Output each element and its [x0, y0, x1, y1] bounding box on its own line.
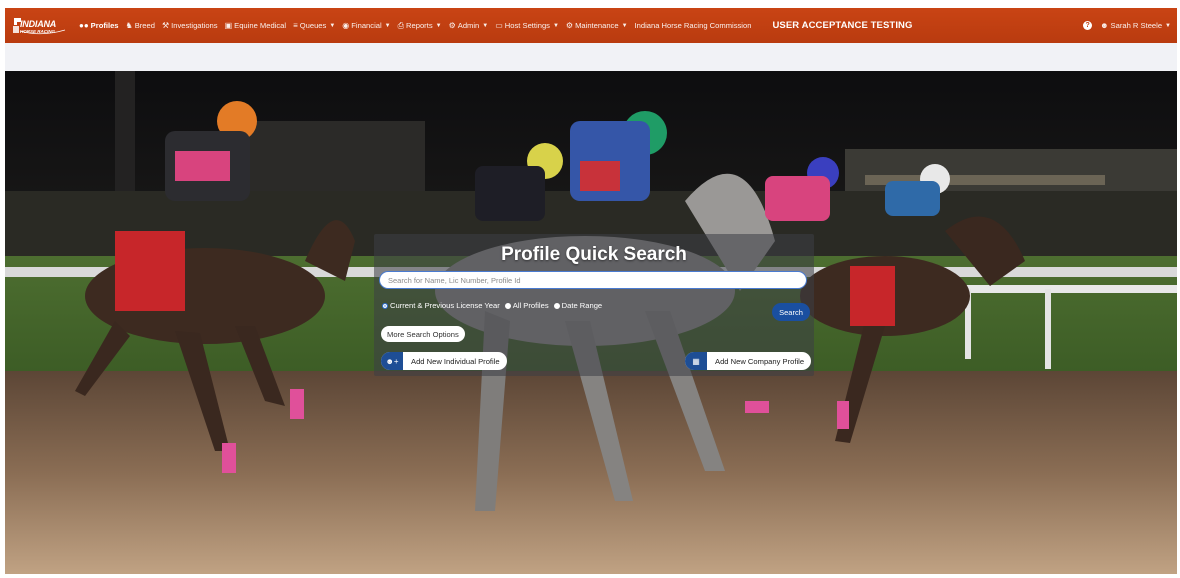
radio-unselected-icon[interactable] — [553, 302, 560, 309]
top-navbar: INDIANA HORSE RACING ●● Profiles ♞ Breed… — [5, 8, 1177, 43]
add-company-profile-button[interactable]: ▦ Add New Company Profile — [685, 352, 812, 370]
breadcrumb-bar — [5, 43, 1177, 71]
nav-user-area: ? ☻ Sarah R Steele ▼ — [1083, 8, 1171, 43]
nav-breed[interactable]: ♞ Breed — [126, 21, 155, 30]
user-menu[interactable]: ☻ Sarah R Steele ▼ — [1100, 21, 1171, 30]
nav-queues-label: Queues — [299, 21, 327, 30]
chevron-down-icon: ▼ — [552, 22, 559, 29]
question-circle-icon[interactable]: ? — [1083, 21, 1093, 30]
monitor-icon: ▭ — [495, 20, 503, 30]
dollar-icon: ◉ — [342, 20, 350, 30]
radio-unselected-icon[interactable] — [504, 302, 511, 309]
nav-ihrc-label: Indiana Horse Racing Commission — [634, 21, 752, 30]
nav-investigations[interactable]: ⚒ Investigations — [162, 21, 218, 30]
gear-icon: ⚙ — [565, 20, 574, 30]
nav-investigations-label: Investigations — [171, 21, 218, 30]
nav-admin-label: Admin — [457, 21, 480, 30]
chevron-down-icon: ▼ — [621, 22, 628, 29]
nav-menu: ●● Profiles ♞ Breed ⚒ Investigations ▣ E… — [79, 8, 913, 43]
print-icon: ⎙ — [397, 20, 405, 30]
building-icon: ▦ — [685, 352, 707, 370]
horse-icon: ♞ — [125, 20, 133, 30]
chevron-down-icon: ▼ — [384, 22, 391, 29]
nav-host-settings[interactable]: ▭ Host Settings ▼ — [495, 21, 559, 30]
radio-date-range[interactable]: Date Range — [553, 301, 603, 310]
nav-breed-label: Breed — [134, 21, 155, 30]
app-frame: INDIANA HORSE RACING ●● Profiles ♞ Breed… — [5, 8, 1177, 574]
nav-equine-medical[interactable]: ▣ Equine Medical — [225, 21, 286, 30]
nav-financial-label: Financial — [351, 21, 382, 30]
users-icon: ●● — [79, 20, 89, 30]
chevron-down-icon: ▼ — [329, 22, 336, 29]
nav-reports-label: Reports — [406, 21, 433, 30]
nav-maintenance[interactable]: ⚙ Maintenance ▼ — [566, 21, 628, 30]
medkit-icon: ▣ — [224, 20, 233, 30]
gavel-icon: ⚒ — [161, 20, 170, 30]
nav-profiles-label: Profiles — [90, 21, 119, 30]
logo-subtitle: HORSE RACING — [20, 28, 56, 34]
user-plus-icon: ☻+ — [381, 352, 403, 370]
chevron-down-icon: ▼ — [1165, 22, 1171, 29]
chevron-down-icon: ▼ — [482, 22, 489, 29]
user-icon: ☻ — [1100, 20, 1109, 30]
add-company-profile-label: Add New Company Profile — [715, 356, 805, 366]
radio-date-range-label: Date Range — [561, 301, 603, 310]
gears-icon: ⚙ — [448, 20, 456, 30]
more-search-options-button[interactable]: More Search Options — [381, 326, 465, 342]
profile-quick-search-panel: Profile Quick Search Current & Previous … — [374, 234, 814, 376]
logo-title: INDIANA — [20, 18, 57, 29]
add-individual-profile-label: Add New Individual Profile — [411, 356, 500, 366]
search-scope-options: Current & Previous License Year All Prof… — [382, 301, 602, 310]
nav-reports[interactable]: ⎙ Reports ▼ — [398, 21, 442, 30]
profile-search-input[interactable] — [379, 271, 807, 289]
nav-maintenance-label: Maintenance — [575, 21, 619, 30]
radio-all-profiles[interactable]: All Profiles — [504, 301, 549, 310]
environment-label: USER ACCEPTANCE TESTING — [772, 20, 913, 31]
nav-queues[interactable]: ≡ Queues ▼ — [293, 21, 335, 30]
nav-host-settings-label: Host Settings — [504, 21, 550, 30]
nav-admin[interactable]: ⚙ Admin ▼ — [449, 21, 489, 30]
search-panel-title: Profile Quick Search — [501, 244, 687, 265]
add-individual-profile-button[interactable]: ☻+ Add New Individual Profile — [381, 352, 507, 370]
radio-current-previous-label: Current & Previous License Year — [390, 301, 500, 310]
user-name: Sarah R Steele — [1110, 21, 1163, 30]
list-icon: ≡ — [293, 20, 298, 30]
chevron-down-icon: ▼ — [435, 22, 442, 29]
radio-all-profiles-label: All Profiles — [512, 301, 549, 310]
nav-profiles[interactable]: ●● Profiles — [79, 21, 119, 30]
indiana-horse-racing-logo[interactable]: INDIANA HORSE RACING — [11, 13, 67, 39]
nav-ihrc-link[interactable]: Indiana Horse Racing Commission — [635, 21, 752, 30]
radio-selected-icon[interactable] — [382, 302, 388, 309]
nav-equine-medical-label: Equine Medical — [234, 21, 287, 30]
radio-current-previous-license-year[interactable]: Current & Previous License Year — [382, 301, 500, 310]
search-button[interactable]: Search — [772, 303, 810, 321]
nav-financial[interactable]: ◉ Financial ▼ — [342, 21, 390, 30]
